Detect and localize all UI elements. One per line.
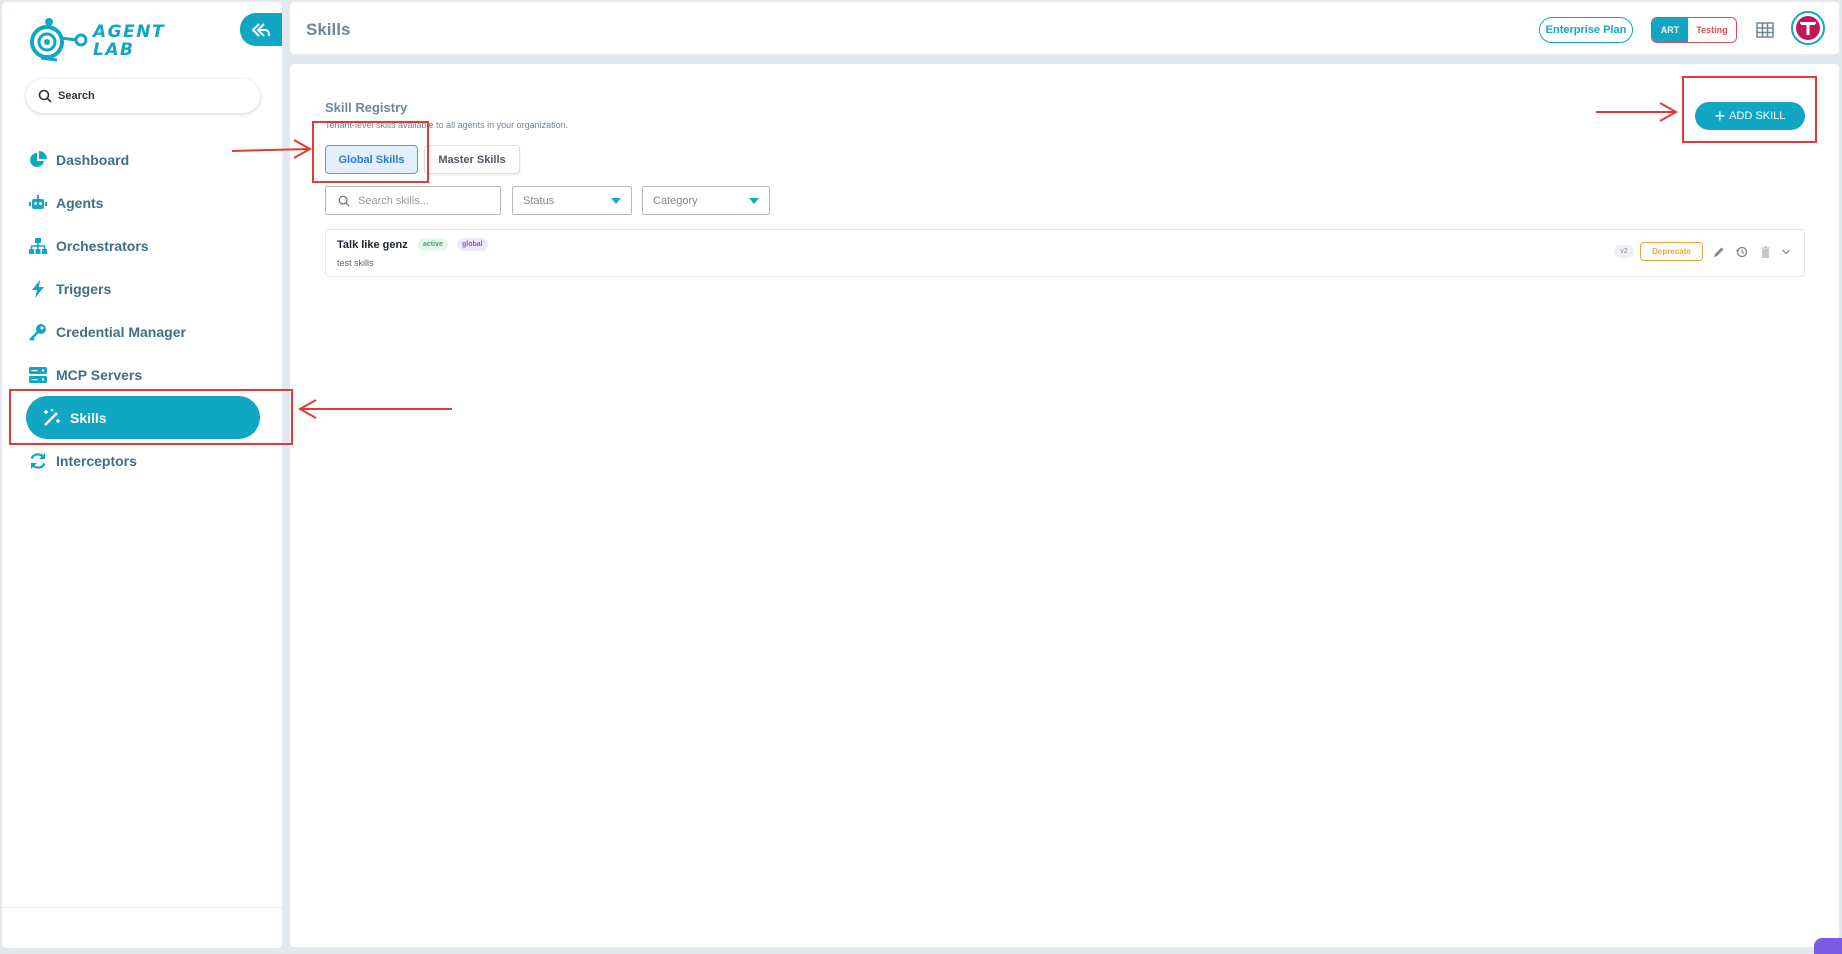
status-badge: active	[418, 238, 448, 251]
top-header: Skills Enterprise Plan ART Testing	[290, 2, 1839, 54]
main-content: Skill Registry Tenant-level skills avail…	[290, 64, 1839, 947]
sidebar-item-label: Agents	[56, 194, 104, 211]
collapse-sidebar-button[interactable]	[240, 13, 282, 46]
grid-table-icon[interactable]	[1755, 20, 1775, 40]
sitemap-icon	[28, 236, 48, 256]
skill-search-input[interactable]	[358, 194, 498, 207]
reply-all-icon	[251, 22, 270, 37]
delete-icon[interactable]	[1758, 245, 1772, 259]
annotation-arrow-global-skills	[232, 139, 313, 159]
search-icon	[338, 195, 350, 207]
status-select[interactable]: Status	[512, 186, 632, 215]
logo-line2: LAB	[93, 40, 135, 60]
sidebar-item-orchestrators[interactable]: Orchestrators	[26, 224, 260, 267]
sidebar-item-triggers[interactable]: Triggers	[26, 267, 260, 310]
app-logo: AGENT LAB	[27, 14, 165, 66]
skill-row[interactable]: Talk like genz active global test skills…	[325, 229, 1805, 277]
annotation-arrow-add-skill	[1596, 102, 1679, 122]
environment-toggle: ART Testing	[1651, 17, 1737, 43]
annotation-box-add-skill	[1682, 76, 1817, 143]
category-select-value: Category	[653, 194, 698, 207]
enterprise-plan-button[interactable]: Enterprise Plan	[1539, 17, 1633, 43]
sidebar-item-label: Credential Manager	[56, 323, 186, 340]
annotation-box-skills	[9, 389, 293, 445]
version-badge: v2	[1614, 245, 1634, 258]
user-avatar[interactable]	[1791, 11, 1825, 45]
sidebar-item-label: Orchestrators	[56, 237, 149, 254]
edit-icon[interactable]	[1712, 245, 1726, 259]
caret-down-icon	[749, 197, 759, 204]
registry-title: Skill Registry	[325, 100, 408, 115]
sidebar-item-label: Triggers	[56, 280, 112, 297]
logo-line1: AGENT	[93, 22, 166, 42]
history-icon[interactable]	[1735, 245, 1749, 259]
status-select-value: Status	[523, 194, 555, 207]
sidebar-search[interactable]	[26, 79, 260, 113]
skill-search-field[interactable]	[325, 186, 501, 215]
env-testing-option[interactable]: Testing	[1688, 18, 1736, 42]
sidebar-item-interceptors[interactable]: Interceptors	[26, 439, 260, 482]
scope-badge: global	[457, 238, 488, 251]
sidebar-item-label: Dashboard	[56, 151, 130, 168]
annotation-box-global-skills	[312, 121, 429, 183]
bolt-icon	[28, 279, 48, 299]
caret-down-icon	[611, 197, 621, 204]
sidebar-item-label: MCP Servers	[56, 366, 143, 383]
annotation-arrow-skills	[297, 399, 452, 419]
logo-icon	[30, 18, 88, 62]
sync-icon	[28, 451, 48, 471]
chevron-down-icon[interactable]	[1779, 245, 1793, 259]
help-widget-button[interactable]	[1814, 938, 1842, 954]
sidebar-item-agents[interactable]: Agents	[26, 181, 260, 224]
skill-name: Talk like genz	[337, 239, 408, 251]
tenant-logo-icon	[1796, 16, 1820, 40]
deprecate-button[interactable]: Deprecate	[1640, 242, 1703, 261]
sidebar-search-input[interactable]	[58, 90, 238, 102]
env-art-option[interactable]: ART	[1652, 18, 1688, 42]
sidebar-item-credential-manager[interactable]: Credential Manager	[26, 310, 260, 353]
tab-master-skills[interactable]: Master Skills	[424, 145, 520, 174]
search-icon	[38, 89, 52, 103]
sidebar-item-dashboard[interactable]: Dashboard	[26, 138, 260, 181]
key-icon	[28, 322, 48, 342]
sidebar-item-label: Interceptors	[56, 452, 137, 469]
category-select[interactable]: Category	[642, 186, 770, 215]
skill-description: test skills	[337, 258, 374, 268]
robot-icon	[28, 193, 48, 213]
pie-chart-icon	[28, 150, 48, 170]
server-icon	[28, 365, 48, 385]
page-title: Skills	[306, 20, 351, 39]
sidebar-footer-divider	[2, 907, 282, 908]
